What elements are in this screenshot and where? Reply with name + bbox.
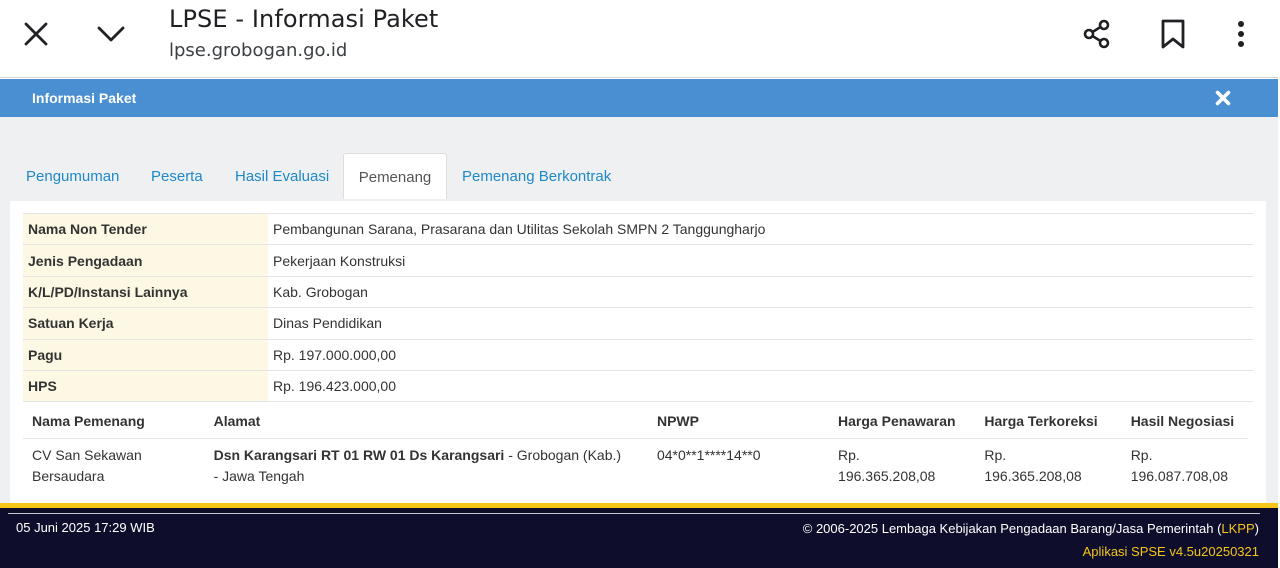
chevron-down-icon[interactable] (89, 12, 133, 56)
page-url[interactable]: lpse.grobogan.go.id (169, 40, 347, 61)
more-vert-icon[interactable] (1219, 12, 1263, 56)
page-title: LPSE - Informasi Paket (169, 5, 439, 33)
package-info-table: Nama Non Tender Pembangunan Sarana, Pras… (23, 212, 1253, 403)
table-header-row: Nama Pemenang Alamat NPWP Harga Penawara… (23, 405, 1248, 439)
browser-toolbar: LPSE - Informasi Paket lpse.grobogan.go.… (0, 0, 1280, 78)
close-icon[interactable] (1212, 87, 1234, 109)
bookmark-icon[interactable] (1151, 12, 1195, 56)
column-header: Harga Penawaran (829, 405, 976, 439)
table-row: Jenis Pengadaan Pekerjaan Konstruksi (23, 244, 1253, 277)
table-row: Pagu Rp. 197.000.000,00 (23, 338, 1253, 371)
footer: 05 Juni 2025 17:29 WIB © 2006-2025 Lemba… (0, 508, 1278, 568)
info-value: Kab. Grobogan (268, 275, 1253, 308)
tab-pemenang-berkontrak[interactable]: Pemenang Berkontrak (462, 153, 611, 199)
share-icon[interactable] (1075, 12, 1119, 56)
modal-body: Pengumuman Peserta Hasil Evaluasi Pemena… (0, 117, 1278, 503)
lkpp-link[interactable]: LKPP (1221, 521, 1254, 536)
modal-title: Informasi Paket (32, 90, 137, 106)
close-icon[interactable] (14, 12, 58, 56)
info-value: Pekerjaan Konstruksi (268, 244, 1253, 277)
tab-pemenang[interactable]: Pemenang (343, 153, 447, 199)
harga-terkoreksi: Rp. 196.365.208,08 (984, 446, 1082, 484)
winner-name: CV San Sekawan Bersaudara (32, 446, 142, 484)
table-row: Satuan Kerja Dinas Pendidikan (23, 307, 1253, 340)
table-row: HPS Rp. 196.423.000,00 (23, 369, 1253, 403)
info-value: Dinas Pendidikan (268, 307, 1253, 340)
column-header: NPWP (647, 405, 830, 439)
column-header: Hasil Negosiasi (1121, 405, 1248, 439)
tab-hasil-evaluasi[interactable]: Hasil Evaluasi (235, 153, 329, 199)
modal-header: Informasi Paket (0, 79, 1278, 117)
column-header: Nama Pemenang (23, 405, 205, 439)
tab-peserta[interactable]: Peserta (151, 153, 203, 199)
info-label: Jenis Pengadaan (23, 244, 268, 277)
tab-pengumuman[interactable]: Pengumuman (26, 153, 119, 199)
table-row: K/L/PD/Instansi Lainnya Kab. Grobogan (23, 275, 1253, 308)
copyright-suffix: ) (1254, 521, 1259, 536)
info-label: K/L/PD/Instansi Lainnya (23, 275, 268, 308)
address-bold: Dsn Karangsari RT 01 RW 01 Ds Karangsari (213, 446, 505, 463)
harga-penawaran: Rp. 196.365.208,08 (838, 446, 936, 484)
winner-npwp: 04*0**1****14**0 (656, 446, 761, 463)
info-value: Rp. 196.423.000,00 (268, 369, 1253, 403)
app-version: Aplikasi SPSE v4.5u20250321 (1082, 544, 1259, 559)
info-label: HPS (23, 369, 268, 403)
info-value: Rp. 197.000.000,00 (268, 338, 1253, 371)
hasil-negosiasi: Rp. 196.087.708,08 (1130, 446, 1229, 484)
column-header: Alamat (204, 405, 648, 439)
info-label: Nama Non Tender (23, 212, 268, 245)
info-label: Satuan Kerja (23, 307, 268, 340)
table-row: Nama Non Tender Pembangunan Sarana, Pras… (23, 212, 1253, 245)
footer-copyright: © 2006-2025 Lembaga Kebijakan Pengadaan … (803, 521, 1259, 536)
column-header: Harga Terkoreksi (975, 405, 1122, 439)
footer-date: 05 Juni 2025 17:29 WIB (16, 520, 155, 535)
winner-table: Nama Pemenang Alamat NPWP Harga Penawara… (23, 405, 1248, 493)
footer-divider (8, 513, 1260, 514)
table-row: CV San Sekawan Bersaudara Dsn Karangsari… (23, 438, 1248, 493)
winner-address: Dsn Karangsari RT 01 RW 01 Ds Karangsari… (205, 438, 648, 493)
tab-panel-pemenang: Nama Non Tender Pembangunan Sarana, Pras… (10, 201, 1266, 503)
copyright-text: © 2006-2025 Lembaga Kebijakan Pengadaan … (802, 521, 1222, 536)
info-value: Pembangunan Sarana, Prasarana dan Utilit… (268, 212, 1253, 245)
info-label: Pagu (23, 338, 268, 371)
